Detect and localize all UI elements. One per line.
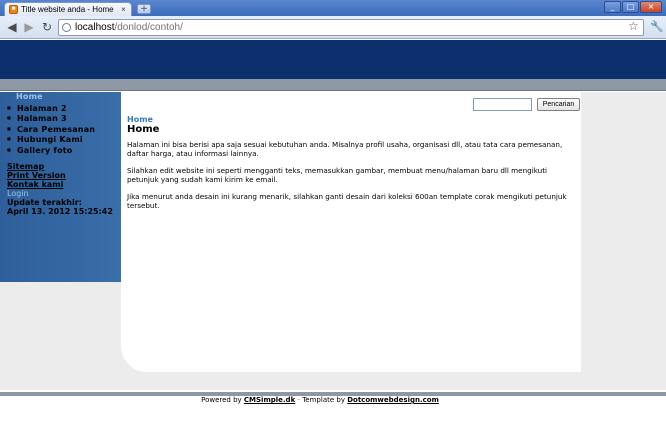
- sitemap-link[interactable]: Sitemap: [7, 162, 121, 171]
- window-controls: _ □ ×: [604, 1, 662, 13]
- footer-powered-prefix: Powered by: [201, 396, 244, 404]
- wrench-icon[interactable]: 🔧: [650, 20, 664, 33]
- forward-arrow-icon[interactable]: ▶: [22, 20, 36, 34]
- sidebar-links: Sitemap Print Version Kontak kami Login …: [0, 162, 121, 216]
- cmsimple-link[interactable]: CMSimple.dk: [244, 396, 295, 404]
- footer: Powered by CMSimple.dk - Template by Dot…: [0, 396, 640, 404]
- maximize-button[interactable]: □: [622, 1, 639, 13]
- sidebar-item-label: Gallery foto: [16, 145, 73, 155]
- sidebar: Home Halaman 2 Halaman 3 Cara Pemesanan …: [0, 92, 121, 282]
- browser-tab[interactable]: ■ Title website anda - Home ×: [4, 2, 132, 16]
- sidebar-menu: Home Halaman 2 Halaman 3 Cara Pemesanan …: [0, 92, 121, 155]
- url-path: /donlod/contoh/: [114, 22, 183, 33]
- login-link[interactable]: Login: [7, 189, 121, 198]
- search-button[interactable]: Pencarian: [537, 98, 580, 111]
- minimize-button[interactable]: _: [604, 1, 621, 13]
- globe-icon: [62, 23, 71, 32]
- sidebar-item-home[interactable]: Home: [0, 92, 121, 103]
- bookmark-star-icon[interactable]: ☆: [628, 19, 639, 33]
- sidebar-item-label: Hubungi Kami: [16, 135, 83, 144]
- breadcrumb[interactable]: Home: [127, 115, 153, 124]
- footer-template-prefix: Template by: [302, 396, 348, 404]
- sidebar-item-label: Halaman 2: [16, 103, 67, 113]
- search-input[interactable]: [473, 98, 532, 111]
- tab-close-icon[interactable]: ×: [119, 5, 128, 14]
- sidebar-item-cara-pemesanan[interactable]: Cara Pemesanan: [0, 124, 121, 135]
- sidebar-item-hubungi-kami[interactable]: Hubungi Kami: [0, 134, 121, 145]
- page-viewport: Home Halaman 2 Halaman 3 Cara Pemesanan …: [0, 40, 666, 424]
- sidebar-item-halaman-2[interactable]: Halaman 2: [0, 103, 121, 114]
- content-paragraph: Jika menurut anda desain ini kurang mena…: [127, 192, 567, 211]
- contact-link[interactable]: Kontak kami: [7, 180, 121, 189]
- main-content: Pencarian Home Home Halaman ini bisa ber…: [121, 92, 581, 372]
- reload-icon[interactable]: ↻: [40, 20, 54, 34]
- last-update-label: Update terakhir:: [7, 198, 82, 207]
- back-arrow-icon[interactable]: ◀: [5, 20, 19, 34]
- header-stripe: [0, 79, 666, 91]
- close-window-button[interactable]: ×: [640, 1, 662, 13]
- browser-toolbar: ◀ ▶ ↻ localhost/donlod/contoh/: [0, 16, 666, 39]
- address-bar[interactable]: localhost/donlod/contoh/: [58, 19, 644, 36]
- dotcomwebdesign-link[interactable]: Dotcomwebdesign.com: [347, 396, 439, 404]
- sidebar-item-gallery-foto[interactable]: Gallery foto: [0, 145, 121, 156]
- tab-title: Title website anda - Home: [21, 5, 114, 14]
- sidebar-item-halaman-3[interactable]: Halaman 3: [0, 113, 121, 124]
- sidebar-item-label: Cara Pemesanan: [16, 124, 96, 134]
- browser-titlebar: ■ Title website anda - Home × + _ □ ×: [0, 0, 666, 16]
- page-title: Home: [127, 124, 160, 135]
- print-version-link[interactable]: Print Version: [7, 171, 121, 180]
- site-header: [0, 40, 666, 79]
- last-update-value: April 13. 2012 15:25:42: [7, 207, 113, 216]
- content-paragraph: Silahkan edit website ini seperti mengga…: [127, 166, 548, 185]
- new-tab-button[interactable]: +: [137, 4, 151, 14]
- cms-favicon-icon: ■: [9, 5, 18, 14]
- url-host: localhost: [75, 22, 115, 33]
- sidebar-item-label: Halaman 3: [16, 114, 67, 123]
- content-paragraph: Halaman ini bisa berisi apa saja sesuai …: [127, 140, 563, 159]
